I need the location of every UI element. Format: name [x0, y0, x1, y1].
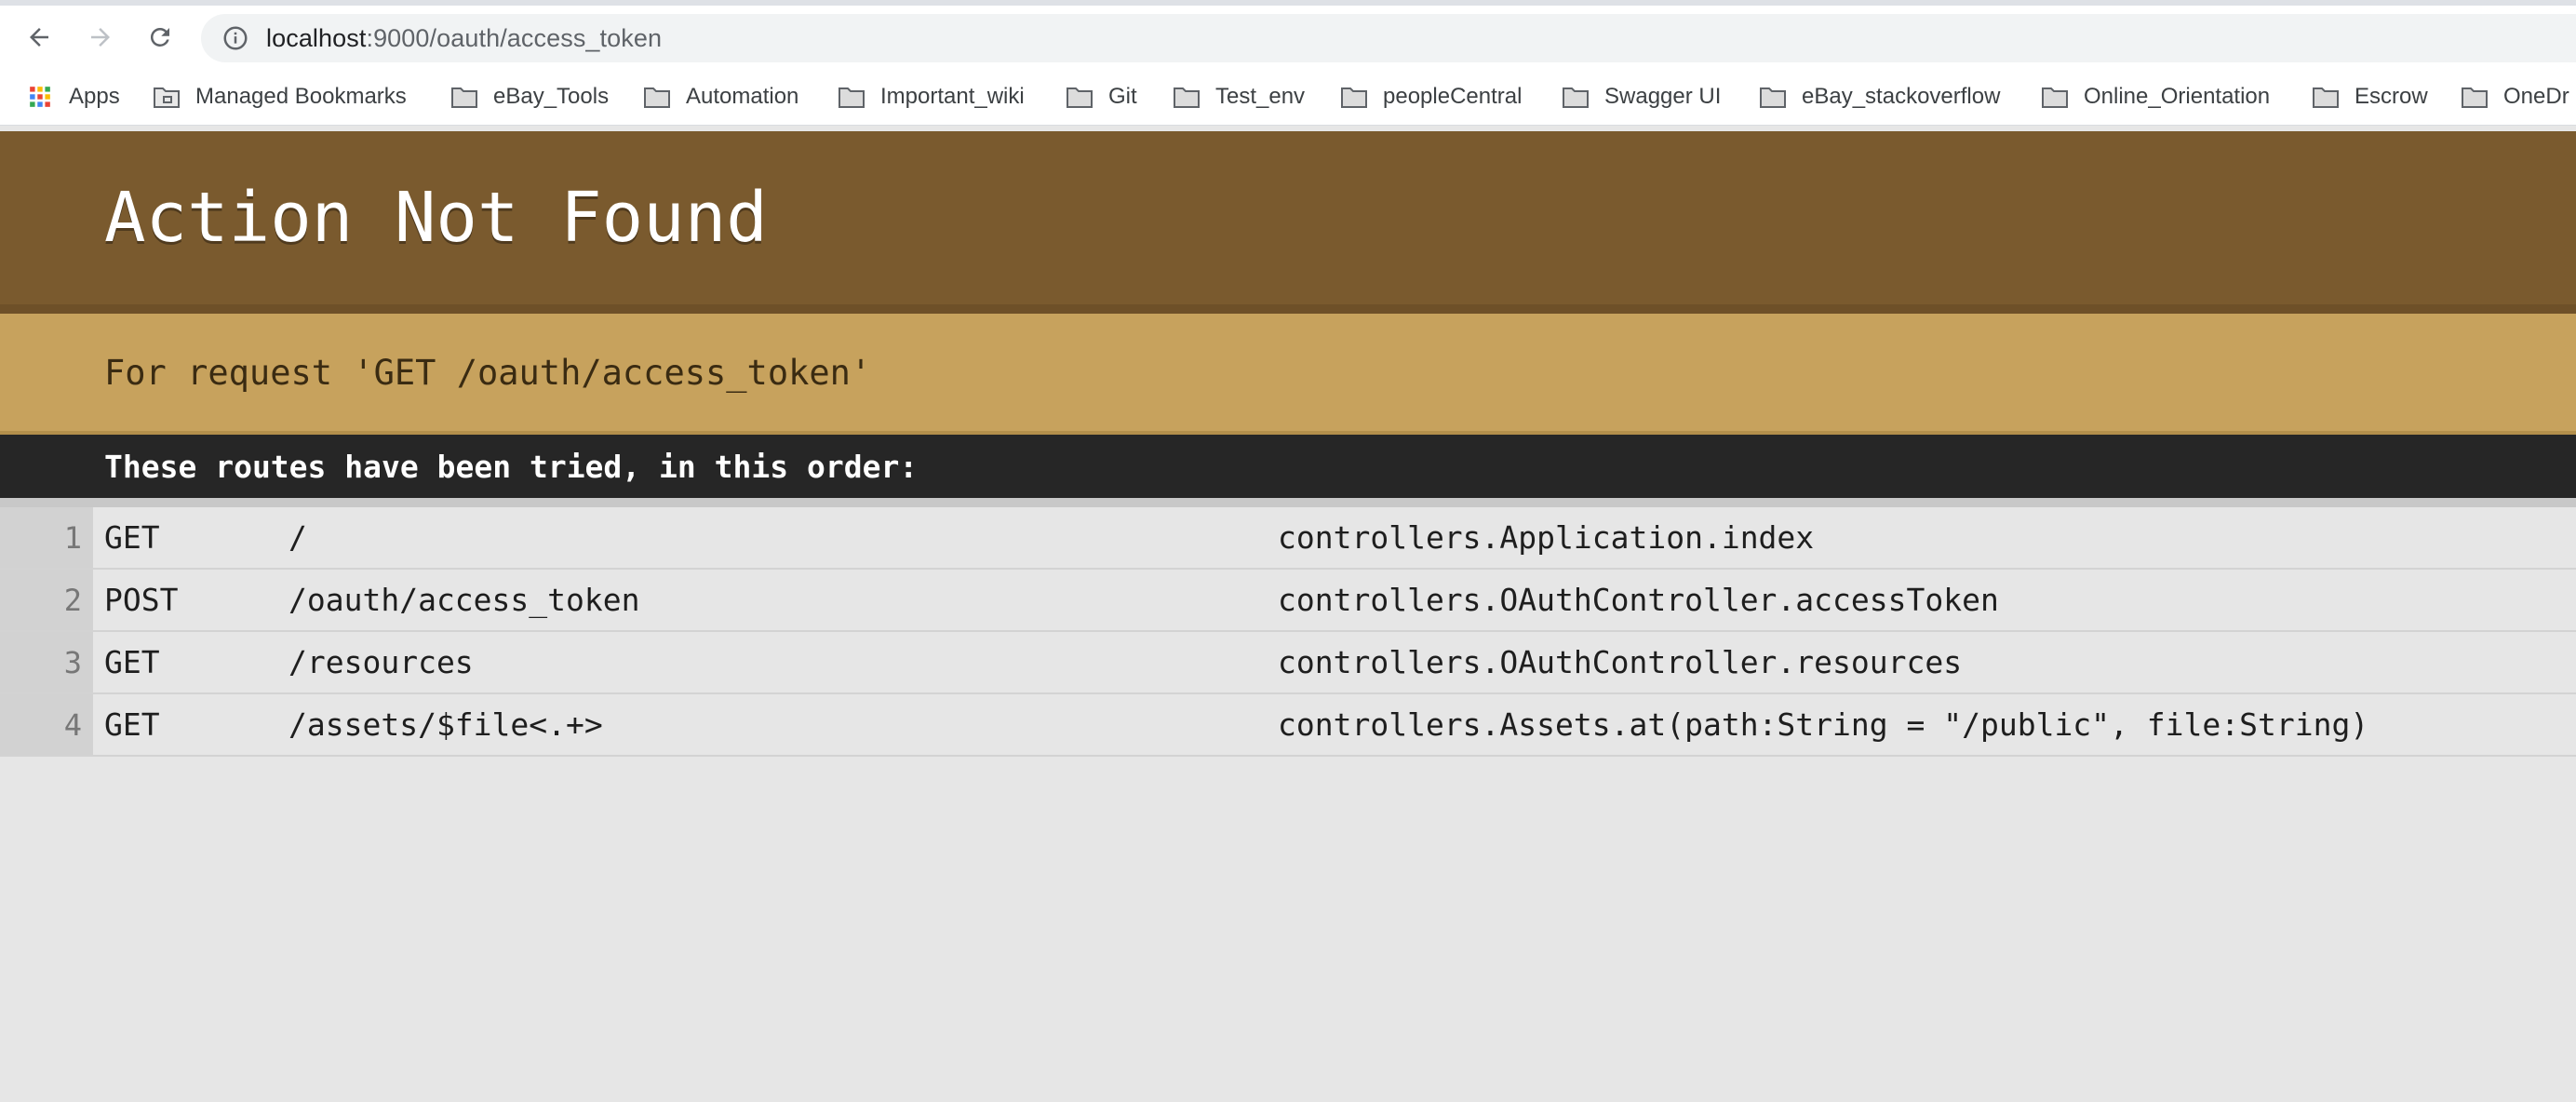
reload-icon — [150, 27, 169, 47]
route-method: GET — [104, 706, 160, 743]
bookmark-folder[interactable]: OneDr — [2461, 69, 2569, 125]
table-row: 1 GET / controllers.Application.index — [0, 507, 2576, 570]
folder-icon — [1562, 85, 1590, 109]
bookmark-folder[interactable]: Important_wiki — [838, 69, 1025, 125]
bookmark-label: Escrow — [2355, 84, 2428, 109]
bookmark-label: Test_env — [1215, 84, 1306, 109]
routes-header: These routes have been tried, in this or… — [0, 435, 2576, 507]
row-number: 2 — [0, 570, 93, 630]
bookmark-label: Online_Orientation — [2084, 84, 2271, 109]
bookmark-folder[interactable]: eBay_stackoverflow — [1759, 69, 2000, 125]
bookmark-apps[interactable]: Apps — [26, 69, 120, 125]
route-path: /resources — [288, 644, 474, 680]
table-row: 3 GET /resources controllers.OAuthContro… — [0, 632, 2576, 694]
bookmark-label: Apps — [69, 84, 120, 109]
bookmark-folder[interactable]: Escrow — [2312, 69, 2428, 125]
bookmark-label: Git — [1108, 84, 1137, 109]
url-host: localhost — [266, 23, 367, 52]
navigation-bar: localhost:9000/oauth/access_token — [0, 6, 2576, 69]
site-info-icon[interactable] — [221, 24, 249, 52]
browser-chrome: localhost:9000/oauth/access_token Apps M… — [0, 0, 2576, 126]
back-arrow-icon — [30, 28, 48, 47]
route-action: controllers.OAuthController.resources — [1278, 644, 1963, 680]
bookmark-folder[interactable]: eBay_Tools — [450, 69, 609, 125]
bookmark-label: Swagger UI — [1604, 84, 1722, 109]
back-button[interactable] — [19, 17, 60, 58]
bookmark-label: Managed Bookmarks — [195, 84, 407, 109]
reload-button[interactable] — [140, 17, 181, 58]
route-method: GET — [104, 519, 160, 556]
route-action: controllers.OAuthController.accessToken — [1278, 582, 1999, 618]
bookmark-folder[interactable]: Online_Orientation — [2041, 69, 2270, 125]
bookmark-label: Important_wiki — [880, 84, 1025, 109]
folder-icon — [2312, 85, 2340, 109]
table-row: 2 POST /oauth/access_token controllers.O… — [0, 570, 2576, 632]
folder-icon — [1340, 85, 1368, 109]
apps-grid-icon — [26, 85, 54, 109]
bookmark-folder[interactable]: Git — [1066, 69, 1137, 125]
request-band: For request 'GET /oauth/access_token' — [0, 314, 2576, 435]
row-number: 3 — [0, 632, 93, 692]
folder-icon — [2041, 85, 2069, 109]
page-title: Action Not Found — [104, 178, 768, 258]
bookmarks-bar: Apps Managed Bookmarks eBay_Tools Automa… — [0, 69, 2576, 126]
route-action: controllers.Assets.at(path:String = "/pu… — [1278, 706, 2369, 743]
row-number: 4 — [0, 694, 93, 755]
bookmark-label: peopleCentral — [1383, 84, 1523, 109]
route-method: POST — [104, 582, 179, 618]
routes-table: 1 GET / controllers.Application.index 2 … — [0, 507, 2576, 757]
bookmark-folder[interactable]: Swagger UI — [1562, 69, 1721, 125]
forward-button[interactable] — [80, 17, 121, 58]
bookmark-label: OneDr — [2503, 84, 2569, 109]
bookmark-label: eBay_Tools — [493, 84, 610, 109]
route-method: GET — [104, 644, 160, 680]
url-path: :9000/oauth/access_token — [366, 23, 663, 52]
bookmark-managed[interactable]: Managed Bookmarks — [153, 69, 407, 125]
address-bar[interactable]: localhost:9000/oauth/access_token — [201, 14, 2576, 62]
route-path: / — [288, 519, 307, 556]
folder-icon — [2461, 85, 2489, 109]
route-path: /oauth/access_token — [288, 582, 640, 618]
forward-arrow-icon — [91, 28, 110, 47]
error-page: Action Not Found For request 'GET /oauth… — [0, 131, 2576, 757]
folder-icon — [450, 85, 478, 109]
bookmark-folder[interactable]: Automation — [643, 69, 798, 125]
route-path: /assets/$file<.+> — [288, 706, 603, 743]
folder-icon — [1759, 85, 1787, 109]
request-text: For request 'GET /oauth/access_token' — [104, 352, 872, 393]
bookmark-label: eBay_stackoverflow — [1802, 84, 2001, 109]
row-number: 1 — [0, 507, 93, 568]
folder-icon — [838, 85, 865, 109]
url-text[interactable]: localhost:9000/oauth/access_token — [266, 24, 662, 53]
bookmark-folder[interactable]: peopleCentral — [1340, 69, 1522, 125]
page-header: Action Not Found — [0, 131, 2576, 314]
bookmark-label: Automation — [686, 84, 799, 109]
route-action: controllers.Application.index — [1278, 519, 1815, 556]
managed-folder-icon — [153, 85, 181, 109]
table-row: 4 GET /assets/$file<.+> controllers.Asse… — [0, 694, 2576, 757]
bookmark-folder[interactable]: Test_env — [1173, 69, 1305, 125]
folder-icon — [1066, 85, 1093, 109]
folder-icon — [643, 85, 671, 109]
folder-icon — [1173, 85, 1201, 109]
routes-heading: These routes have been tried, in this or… — [104, 448, 919, 485]
